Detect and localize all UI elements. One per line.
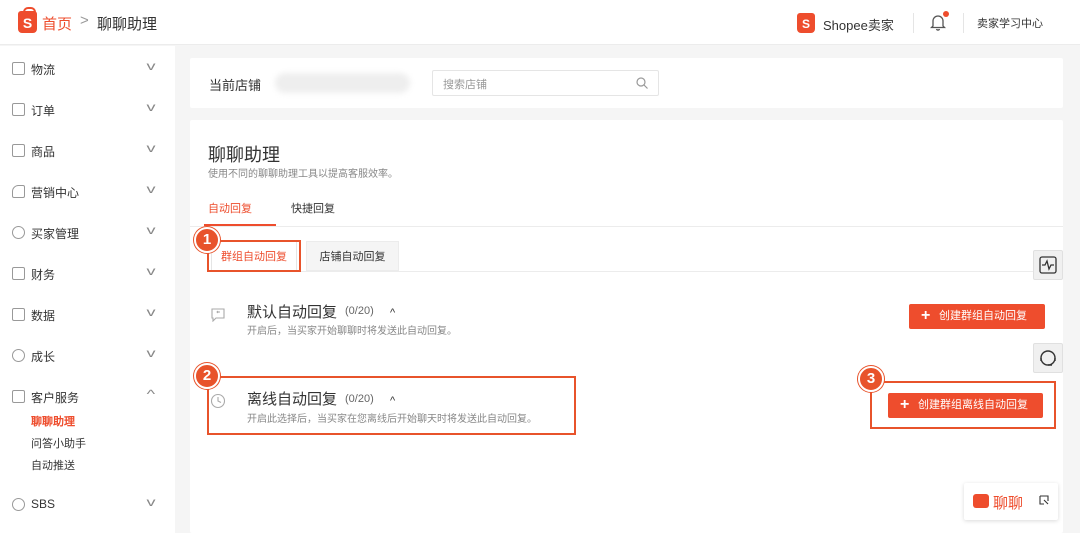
subtab-divider	[211, 271, 1063, 272]
notification-dot	[943, 11, 949, 17]
sidebar-item-data[interactable]: 数据 v	[0, 297, 175, 333]
tag-icon	[12, 185, 25, 198]
sidebar-item-label: 财务	[31, 268, 56, 282]
sidebar-item-logistics[interactable]: 物流 v	[0, 51, 175, 87]
annotation-badge-3: 3	[858, 366, 884, 392]
sidebar: 物流 v 订单 v 商品 v 营销中心 v 买家管理 v 财务 v 数据 v 成…	[0, 46, 175, 533]
reply-message-icon	[211, 308, 225, 322]
plus-icon: +	[921, 307, 931, 324]
sidebar-item-label: 商品	[31, 145, 56, 159]
page-subtitle: 使用不同的聊聊助理工具以提高客服效率。	[208, 169, 398, 180]
chevron-down-icon: v	[146, 182, 156, 196]
truck-icon	[12, 62, 25, 75]
chat-icon	[12, 390, 25, 403]
store-search-input[interactable]: 搜索店铺	[432, 70, 659, 96]
header-divider	[963, 13, 964, 33]
chat-bubble-icon	[973, 494, 989, 508]
store-selector-card: 当前店铺 搜索店铺	[190, 58, 1063, 108]
chevron-down-icon: v	[146, 223, 156, 237]
page-title: 聊聊助理	[208, 145, 280, 165]
breadcrumb-home[interactable]: 首页	[42, 13, 72, 34]
annotation-badge-1: 1	[194, 227, 220, 253]
search-placeholder: 搜索店铺	[443, 79, 487, 91]
chevron-down-icon: v	[146, 495, 156, 509]
annotation-badge-2: 2	[194, 363, 220, 389]
sidebar-item-finance[interactable]: 财务 v	[0, 256, 175, 292]
active-tab-indicator	[204, 224, 276, 226]
user-icon	[12, 226, 25, 239]
top-bar: S 首页 > 聊聊助理 S Shopee卖家 卖家学习中心	[0, 0, 1080, 45]
shopee-bag-icon: S	[797, 13, 815, 33]
sidebar-subitem-qa-assistant[interactable]: 问答小助手	[31, 435, 86, 451]
chevron-down-icon: v	[146, 141, 156, 155]
clipboard-icon	[12, 103, 25, 116]
create-group-auto-reply-button[interactable]: + 创建群组自动回复	[909, 304, 1045, 329]
sidebar-item-products[interactable]: 商品 v	[0, 133, 175, 169]
chevron-down-icon: v	[146, 305, 156, 319]
chevron-down-icon: v	[146, 264, 156, 278]
sidebar-item-customer-service[interactable]: 客户服务 ^	[0, 379, 175, 415]
sidebar-item-label: 订单	[31, 104, 56, 118]
current-store-label: 当前店铺	[209, 78, 262, 93]
tab-quick-reply[interactable]: 快捷回复	[291, 200, 335, 216]
default-auto-reply-title: 默认自动回复	[247, 304, 338, 321]
annotation-box-1	[207, 240, 301, 272]
subtab-store-auto-reply[interactable]: 店铺自动回复	[306, 241, 399, 271]
chat-assistant-card: 聊聊助理 使用不同的聊聊助理工具以提高客服效率。 自动回复 快捷回复 店铺自动回…	[190, 120, 1063, 533]
chevron-up-icon: ^	[146, 387, 156, 401]
customer-service-button[interactable]	[1033, 343, 1063, 373]
sidebar-item-growth[interactable]: 成长 v	[0, 338, 175, 374]
chart-icon	[12, 308, 25, 321]
sidebar-item-label: 营销中心	[31, 186, 80, 200]
default-auto-reply-count: (0/20)	[345, 305, 374, 317]
sidebar-subitem-auto-push[interactable]: 自动推送	[31, 457, 75, 473]
wallet-icon	[12, 267, 25, 280]
headset-icon	[1040, 350, 1056, 366]
sidebar-item-label: 物流	[31, 63, 56, 77]
button-label: 创建群组自动回复	[939, 310, 1027, 322]
sidebar-item-label: 客户服务	[31, 391, 80, 405]
sidebar-subitem-chat-assistant[interactable]: 聊聊助理	[31, 413, 75, 429]
pulse-icon	[1039, 256, 1057, 274]
collapse-chevron-icon[interactable]: ^	[390, 307, 395, 319]
sidebar-item-orders[interactable]: 订单 v	[0, 92, 175, 128]
search-icon[interactable]	[636, 77, 648, 89]
chevron-down-icon: v	[146, 346, 156, 360]
learning-center-link[interactable]: 卖家学习中心	[977, 15, 1043, 31]
header-divider	[913, 13, 914, 33]
sbs-icon	[12, 498, 25, 511]
sidebar-item-sbs[interactable]: SBS v	[0, 487, 175, 523]
medal-icon	[12, 349, 25, 362]
expand-icon[interactable]	[1038, 494, 1050, 506]
chevron-down-icon: v	[146, 59, 156, 73]
sidebar-item-marketing[interactable]: 营销中心 v	[0, 174, 175, 210]
chat-widget-label: 聊聊	[993, 495, 1024, 512]
tab-divider	[190, 226, 1063, 227]
annotation-box-2	[207, 376, 576, 435]
sidebar-item-label: 买家管理	[31, 227, 80, 241]
pulse-monitor-button[interactable]	[1033, 250, 1063, 280]
seller-brand-label[interactable]: Shopee卖家	[823, 15, 894, 34]
store-name-blurred[interactable]	[275, 73, 410, 93]
box-icon	[12, 144, 25, 157]
sidebar-item-label: 成长	[31, 350, 56, 364]
annotation-box-3	[870, 381, 1056, 429]
tab-auto-reply[interactable]: 自动回复	[208, 200, 252, 216]
sidebar-item-buyers[interactable]: 买家管理 v	[0, 215, 175, 251]
chat-widget[interactable]: 聊聊	[964, 483, 1058, 520]
sidebar-item-label: SBS	[31, 497, 56, 511]
breadcrumb-separator: >	[80, 12, 89, 29]
chevron-down-icon: v	[146, 100, 156, 114]
default-auto-reply-desc: 开启后，当买家开始聊聊时将发送此自动回复。	[247, 326, 457, 337]
sidebar-item-label: 数据	[31, 309, 56, 323]
shopee-logo-icon[interactable]: S	[18, 7, 37, 33]
breadcrumb-current-page: 聊聊助理	[97, 16, 158, 33]
